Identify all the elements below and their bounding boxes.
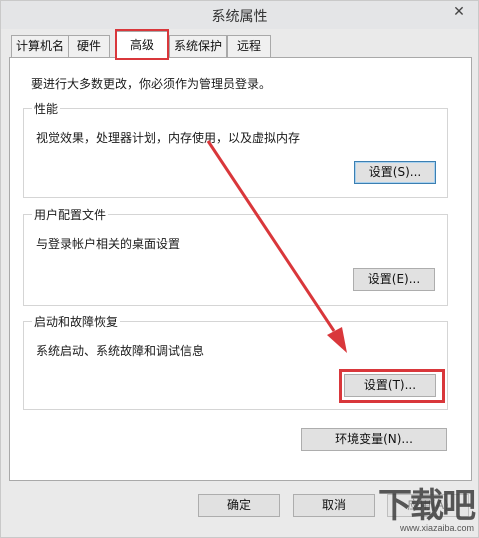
- admin-note: 要进行大多数更改，你必须作为管理员登录。: [31, 77, 272, 91]
- tab-hardware[interactable]: 硬件: [68, 35, 110, 57]
- user-profiles-title: 用户配置文件: [32, 206, 109, 223]
- watermark-main: 下载吧: [378, 487, 476, 525]
- user-profiles-description: 与登录帐户相关的桌面设置: [36, 237, 181, 251]
- performance-group: 性能 视觉效果，处理器计划，内存使用，以及虚拟内存 设置(S)...: [23, 100, 448, 198]
- performance-settings-button[interactable]: 设置(S)...: [354, 161, 436, 184]
- startup-recovery-description: 系统启动、系统故障和调试信息: [36, 344, 205, 358]
- tab-computer-name[interactable]: 计算机名: [11, 35, 69, 57]
- user-profiles-group: 用户配置文件 与登录帐户相关的桌面设置 设置(E)...: [23, 206, 448, 306]
- system-properties-window: 系统属性 ✕ 计算机名 硬件 高级 系统保护 远程 要进行大多数更改，你必须作为…: [0, 0, 479, 538]
- tab-remote[interactable]: 远程: [227, 35, 271, 57]
- environment-variables-button[interactable]: 环境变量(N)...: [301, 428, 447, 451]
- user-profiles-settings-button[interactable]: 设置(E)...: [353, 268, 435, 291]
- close-icon[interactable]: ✕: [444, 1, 474, 23]
- tab-system-protection[interactable]: 系统保护: [169, 35, 227, 57]
- performance-description: 视觉效果，处理器计划，内存使用，以及虚拟内存: [36, 131, 301, 145]
- tab-advanced[interactable]: 高级: [115, 31, 169, 58]
- title-bar[interactable]: 系统属性 ✕: [1, 1, 478, 29]
- performance-title: 性能: [32, 100, 61, 117]
- startup-recovery-settings-button[interactable]: 设置(T)...: [344, 374, 436, 397]
- ok-button[interactable]: 确定: [198, 494, 280, 517]
- window-title: 系统属性: [211, 9, 268, 25]
- startup-recovery-title: 启动和故障恢复: [32, 313, 121, 330]
- startup-recovery-group: 启动和故障恢复 系统启动、系统故障和调试信息 设置(T)...: [23, 313, 448, 410]
- cancel-button[interactable]: 取消: [293, 494, 375, 517]
- watermark-logo: 下载吧 www.xiazaiba.com: [378, 487, 476, 533]
